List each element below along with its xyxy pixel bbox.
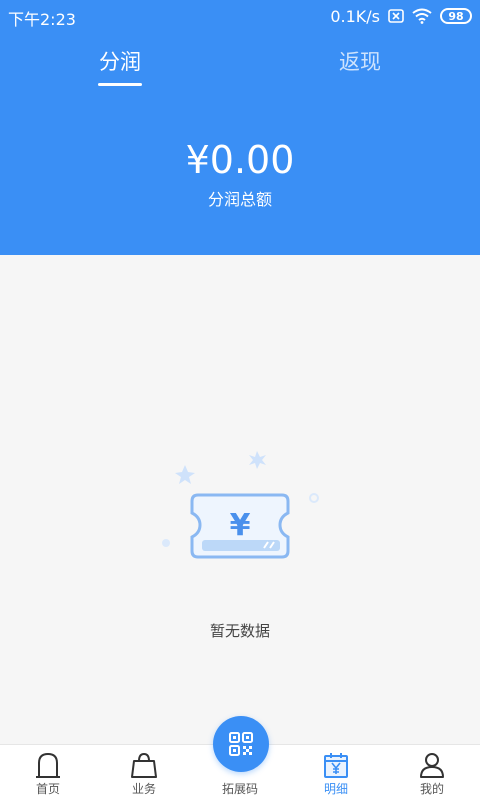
battery-icon: 98 bbox=[440, 8, 472, 24]
bag-icon bbox=[130, 751, 158, 779]
user-icon bbox=[418, 751, 446, 779]
tab-active-indicator bbox=[98, 83, 142, 86]
qr-code-icon bbox=[229, 732, 253, 756]
wifi-icon bbox=[412, 8, 432, 24]
nav-label-home: 首页 bbox=[35, 782, 60, 796]
nav-label-business: 业务 bbox=[131, 782, 156, 796]
tab-bar: 分润 返现 bbox=[0, 38, 480, 88]
status-right: 0.1K/s 98 bbox=[330, 6, 472, 26]
total-amount-label: 分润总额 bbox=[207, 190, 272, 209]
nav-item-home[interactable]: 首页 bbox=[0, 745, 96, 800]
qr-code-button[interactable] bbox=[213, 716, 269, 772]
no-sim-icon bbox=[388, 9, 404, 23]
status-time: 下午2:23 bbox=[8, 10, 76, 29]
nav-label-details: 明细 bbox=[323, 782, 348, 796]
nav-label-expand-code: 拓展码 bbox=[221, 782, 258, 796]
svg-text:¥: ¥ bbox=[230, 508, 251, 543]
ticket-yen-icon: ¥ bbox=[150, 445, 330, 565]
nav-item-mine[interactable]: 我的 bbox=[384, 745, 480, 800]
home-icon bbox=[34, 751, 62, 779]
calendar-yen-icon bbox=[322, 751, 350, 779]
total-amount: ¥0.00 bbox=[185, 138, 295, 182]
nav-item-details[interactable]: 明细 bbox=[288, 745, 384, 800]
network-speed: 0.1K/s bbox=[330, 6, 380, 26]
nav-item-business[interactable]: 业务 bbox=[96, 745, 192, 800]
tab-fanxian[interactable]: 返现 bbox=[336, 46, 384, 76]
nav-label-mine: 我的 bbox=[419, 782, 444, 796]
header: 下午2:23 0.1K/s 98 分润 返现 ¥0.00 分润总额 bbox=[0, 0, 480, 255]
empty-state-text: 暂无数据 bbox=[209, 622, 270, 640]
tab-fenrun[interactable]: 分润 bbox=[96, 46, 144, 76]
status-bar: 下午2:23 0.1K/s 98 bbox=[0, 0, 480, 32]
